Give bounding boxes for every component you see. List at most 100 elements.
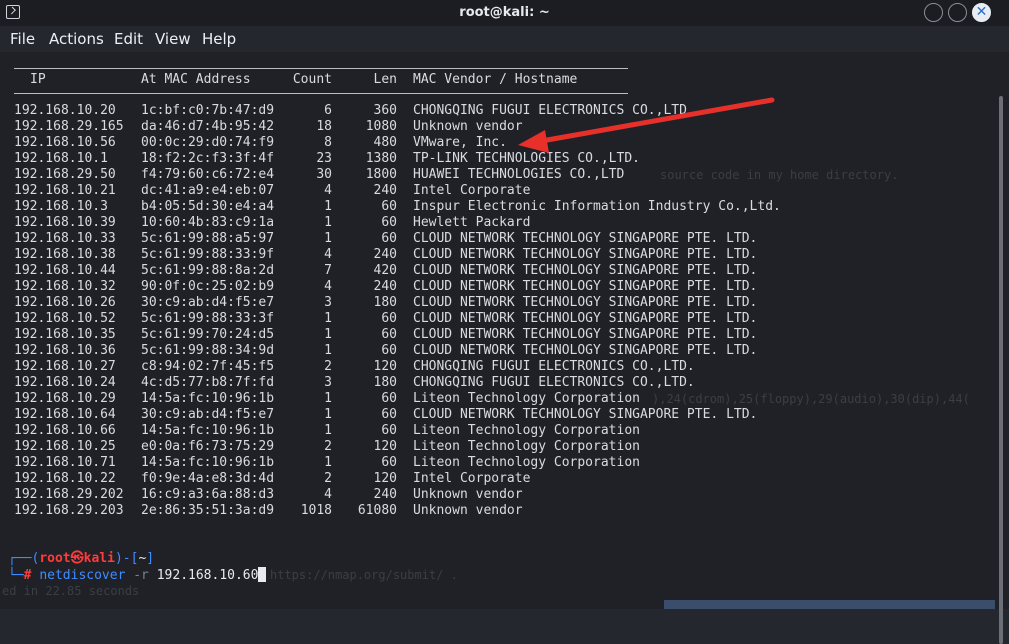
cell-len: 1800 <box>365 167 397 182</box>
cell-ip: 192.168.10.71 <box>14 455 116 470</box>
cell-count: 1 <box>324 391 332 406</box>
prompt-line2-prefix: └─ <box>8 568 24 583</box>
cell-vendor: Intel Corporate <box>413 183 531 198</box>
cell-count: 3 <box>324 295 332 310</box>
cell-vendor: TP-LINK TECHNOLOGIES CO.,LTD. <box>413 151 640 166</box>
cell-ip: 192.168.29.202 <box>14 487 124 502</box>
cell-ip: 192.168.10.1 <box>14 151 108 166</box>
menu-file[interactable]: File <box>10 30 35 48</box>
menu-help[interactable]: Help <box>202 30 236 48</box>
maximize-button[interactable] <box>948 3 967 22</box>
cell-vendor: VMware, Inc. <box>413 135 507 150</box>
cell-count: 1 <box>324 455 332 470</box>
close-button[interactable]: ✕ <box>972 3 991 22</box>
cell-count: 4 <box>324 183 332 198</box>
cell-ip: 192.168.10.33 <box>14 231 116 246</box>
table-row: 192.168.10.38 5c:61:99:88:33:9f 4 240 CLOUD … <box>0 247 995 263</box>
cell-ip: 192.168.10.32 <box>14 279 116 294</box>
cell-mac: 4c:d5:77:b8:7f:fd <box>141 375 275 390</box>
cell-vendor: CLOUD NETWORK TECHNOLOGY SINGAPORE PTE. … <box>413 247 758 262</box>
prompt-close: ] <box>146 551 155 566</box>
cell-mac: 14:5a:fc:10:96:1b <box>141 391 275 406</box>
prompt-open: ┌──( <box>8 551 40 566</box>
cell-count: 4 <box>324 279 332 294</box>
cell-mac: 16:c9:a3:6a:88:d3 <box>141 487 275 502</box>
vertical-scrollbar[interactable] <box>995 52 1009 644</box>
cell-count: 30 <box>316 167 332 182</box>
cell-ip: 192.168.10.22 <box>14 471 116 486</box>
title-bar[interactable]: root@kali: ~ ✕ <box>0 0 1009 26</box>
cell-vendor: CLOUD NETWORK TECHNOLOGY SINGAPORE PTE. … <box>413 263 758 278</box>
table-header: IP At MAC Address Count Len MAC Vendor /… <box>0 72 995 88</box>
table-row: 192.168.10.39 10:60:4b:83:c9:1a 1 60 Hewlett… <box>0 215 995 231</box>
header-ip: IP <box>30 72 46 87</box>
cell-mac: 14:5a:fc:10:96:1b <box>141 455 275 470</box>
cell-vendor: CLOUD NETWORK TECHNOLOGY SINGAPORE PTE. … <box>413 407 758 422</box>
cell-len: 360 <box>373 103 397 118</box>
cell-mac: f0:9e:4a:e8:3d:4d <box>141 471 275 486</box>
cell-count: 4 <box>324 247 332 262</box>
cell-mac: 30:c9:ab:d4:f5:e7 <box>141 407 275 422</box>
cell-vendor: HUAWEI TECHNOLOGIES CO.,LTD <box>413 167 625 182</box>
cell-vendor: Liteon Technology Corporation <box>413 439 640 454</box>
prompt-at-icon: ㉿ <box>70 551 84 566</box>
cell-ip: 192.168.10.35 <box>14 327 116 342</box>
prompt-line-1: ┌──(root㉿kali)-[~] <box>8 551 154 567</box>
header-len: Len <box>373 72 397 87</box>
header-mac: At MAC Address <box>141 72 251 87</box>
cell-len: 120 <box>373 359 397 374</box>
cell-count: 8 <box>324 135 332 150</box>
scrollbar-thumb[interactable] <box>999 96 1003 644</box>
table-row: 192.168.10.25 e0:0a:f6:73:75:29 2 120 Liteon… <box>0 439 995 455</box>
cell-mac: b4:05:5d:30:e4:a4 <box>141 199 275 214</box>
cell-len: 1380 <box>365 151 397 166</box>
table-row: 192.168.10.64 30:c9:ab:d4:f5:e7 1 60 CLOUD N… <box>0 407 995 423</box>
table-row: 192.168.29.165 da:46:d7:4b:95:42 18 1080 Unk… <box>0 119 995 135</box>
cell-vendor: Unknown vendor <box>413 119 523 134</box>
table-row: 192.168.10.26 30:c9:ab:d4:f5:e7 3 180 CLOUD … <box>0 295 995 311</box>
cell-vendor: CLOUD NETWORK TECHNOLOGY SINGAPORE PTE. … <box>413 311 758 326</box>
menu-actions[interactable]: Actions <box>49 30 104 48</box>
cell-vendor: Inspur Electronic Information Industry C… <box>413 199 781 214</box>
cell-vendor: CHONGQING FUGUI ELECTRONICS CO.,LTD. <box>413 375 695 390</box>
cell-vendor: CHONGQING FUGUI ELECTRONICS CO.,LTD. <box>413 103 695 118</box>
cell-mac: da:46:d7:4b:95:42 <box>141 119 275 134</box>
ghost-text-nmap: https://nmap.org/submit/ . <box>270 568 458 582</box>
menu-bar: File Actions Edit View Help <box>0 26 1009 52</box>
cell-len: 240 <box>373 247 397 262</box>
table-row: 192.168.10.36 5c:61:99:88:34:9d 1 60 CLOUD N… <box>0 343 995 359</box>
menu-view[interactable]: View <box>155 30 191 48</box>
cell-len: 60 <box>381 391 397 406</box>
cell-mac: 14:5a:fc:10:96:1b <box>141 423 275 438</box>
window-title: root@kali: ~ <box>459 5 550 20</box>
table-row: 192.168.10.56 00:0c:29:d0:74:f9 8 480 VMware… <box>0 135 995 151</box>
cell-count: 2 <box>324 471 332 486</box>
header-count: Count <box>292 72 332 87</box>
cell-ip: 192.168.10.20 <box>14 103 116 118</box>
cell-ip: 192.168.29.203 <box>14 503 124 518</box>
command-flag: -r <box>133 568 149 583</box>
close-icon: ✕ <box>975 4 988 20</box>
cell-len: 60 <box>381 343 397 358</box>
cell-mac: 5c:61:99:88:8a:2d <box>141 263 275 278</box>
prompt-line-2[interactable]: └─# netdiscover -r 192.168.10.60 <box>8 567 267 583</box>
cell-ip: 192.168.10.56 <box>14 135 116 150</box>
cell-len: 180 <box>373 295 397 310</box>
table-row: 192.168.10.27 c8:94:02:7f:45:f5 2 120 CHONGQ… <box>0 359 995 375</box>
cell-len: 420 <box>373 263 397 278</box>
cell-ip: 192.168.10.36 <box>14 343 116 358</box>
cell-count: 2 <box>324 439 332 454</box>
table-row: 192.168.10.71 14:5a:fc:10:96:1b 1 60 Liteon … <box>0 455 995 471</box>
cell-len: 120 <box>373 471 397 486</box>
cell-count: 1 <box>324 199 332 214</box>
cell-ip: 192.168.10.26 <box>14 295 116 310</box>
minimize-button[interactable] <box>924 3 943 22</box>
cell-mac: 2e:86:35:51:3a:d9 <box>141 503 275 518</box>
cell-count: 1 <box>324 311 332 326</box>
cell-mac: 30:c9:ab:d4:f5:e7 <box>141 295 275 310</box>
cell-ip: 192.168.10.27 <box>14 359 116 374</box>
menu-edit[interactable]: Edit <box>114 30 143 48</box>
terminal-output[interactable]: source code in my home directory. ),24(c… <box>0 52 995 609</box>
cell-ip: 192.168.10.21 <box>14 183 116 198</box>
cell-ip: 192.168.10.64 <box>14 407 116 422</box>
